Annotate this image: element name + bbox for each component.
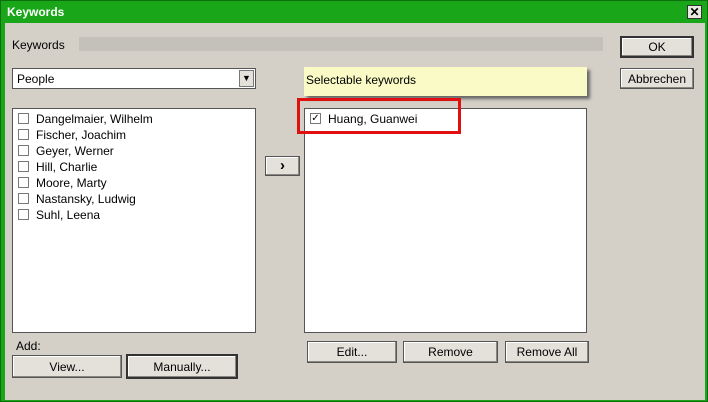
edit-button[interactable]: Edit... [307, 341, 397, 363]
selected-keywords-list[interactable]: ✓ Huang, Guanwei [304, 108, 587, 333]
available-keyword-item[interactable]: Hill, Charlie [18, 159, 248, 175]
available-keyword-item[interactable]: Dangelmaier, Wilhelm [18, 111, 248, 127]
keyword-label: Hill, Charlie [36, 160, 98, 174]
section-label: Keywords [12, 38, 65, 52]
keyword-label: Nastansky, Ludwig [36, 192, 136, 206]
keyword-label: Suhl, Leena [36, 208, 101, 222]
chevron-down-icon[interactable]: ▼ [239, 70, 254, 87]
view-button[interactable]: View... [12, 355, 122, 378]
category-select-value: People [17, 72, 55, 86]
available-keyword-item[interactable]: Geyer, Werner [18, 143, 248, 159]
tooltip-text: Selectable keywords [306, 73, 417, 87]
selectable-keywords-tooltip: Selectable keywords [304, 67, 587, 96]
checkbox-icon[interactable] [18, 177, 29, 188]
manually-button[interactable]: Manually... [126, 354, 238, 379]
available-keyword-item[interactable]: Fischer, Joachim [18, 127, 248, 143]
keyword-label: Dangelmaier, Wilhelm [36, 112, 153, 126]
window-title: Keywords [7, 5, 65, 19]
title-bar[interactable]: Keywords ✕ [2, 2, 706, 22]
close-icon[interactable]: ✕ [687, 5, 702, 19]
keyword-label: Fischer, Joachim [36, 128, 127, 142]
available-keyword-item[interactable]: Nastansky, Ludwig [18, 191, 248, 207]
remove-button[interactable]: Remove [403, 341, 498, 363]
available-keyword-item[interactable]: Moore, Marty [18, 175, 248, 191]
category-select[interactable]: People ▼ [12, 68, 256, 89]
highlight-box [297, 98, 461, 134]
move-right-button[interactable]: › [265, 156, 300, 176]
cancel-button[interactable]: Abbrechen [620, 68, 694, 89]
remove-all-button[interactable]: Remove All [505, 341, 589, 363]
keywords-dialog: Keywords ✕ Keywords OK Abbrechen People … [0, 0, 708, 402]
keyword-label: Moore, Marty [36, 176, 107, 190]
checkbox-icon[interactable] [18, 193, 29, 204]
checkbox-icon[interactable] [18, 129, 29, 140]
section-divider [79, 37, 603, 51]
available-keyword-item[interactable]: Suhl, Leena [18, 207, 248, 223]
checkbox-icon[interactable] [18, 113, 29, 124]
checkbox-icon[interactable] [18, 161, 29, 172]
checkbox-icon[interactable] [18, 145, 29, 156]
available-keywords-list[interactable]: Dangelmaier, Wilhelm Fischer, Joachim Geye… [12, 108, 256, 333]
keyword-label: Geyer, Werner [36, 144, 114, 158]
checkbox-icon[interactable] [18, 209, 29, 220]
dialog-client: Keywords OK Abbrechen People ▼ Dangelmai… [5, 23, 705, 400]
ok-button[interactable]: OK [620, 36, 694, 58]
add-label: Add: [16, 339, 41, 353]
